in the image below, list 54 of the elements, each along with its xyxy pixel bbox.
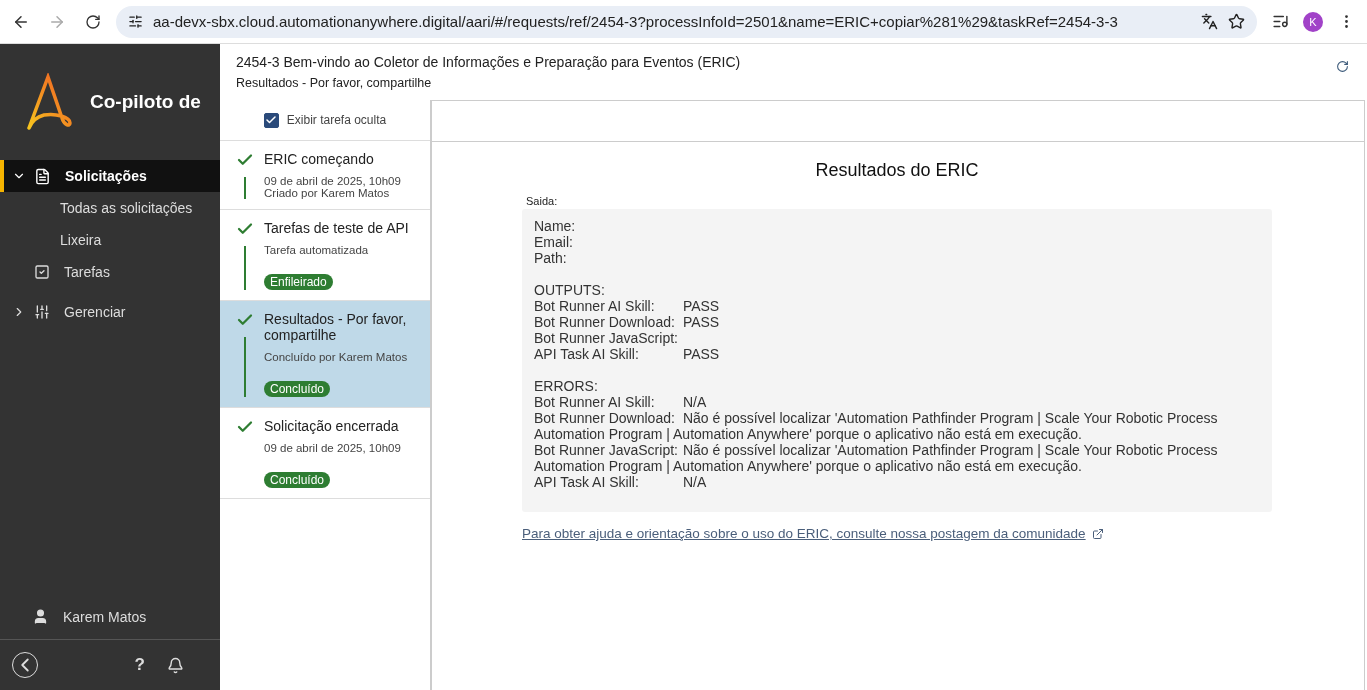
step-title: Tarefas de teste de API [264,220,410,236]
step-title: Resultados - Por favor, compartilhe [264,311,408,343]
bell-icon[interactable] [167,656,184,674]
sliders-icon [34,304,50,320]
output-line: Bot Runner JavaScript: Não é possível localizar 'Automation Pathfinder Program | Scale Your Robotic Process Automation Program | Automation Anywhere' porque o aplicativo não está em execução. [534,442,1219,474]
step-detail: Criado por Karem Matos [264,187,391,199]
checkbox-icon [34,264,50,280]
checkbox-label: Exibir tarefa oculta [286,113,387,127]
output-line: API Task AI Skill: N/A [534,474,707,490]
output-line: Email: [534,234,573,250]
profile-avatar[interactable]: K [1303,11,1323,32]
checkbox[interactable] [263,112,279,128]
step-detail: 09 de abril de 2025, 10h09 [264,175,402,187]
status-badge: Enfileirado [264,274,333,290]
output-label: Saida: [526,195,559,207]
logo-icon [26,73,72,131]
external-link-icon [1091,527,1104,540]
help-button[interactable]: ? [134,655,145,675]
nav-item[interactable]: Solicitações [0,160,220,192]
output-line: OUTPUTS: [534,282,605,298]
brand-name: Co-piloto de [90,91,201,113]
output-line: Bot Runner JavaScript: [534,330,678,346]
request-title: 2454-3 Bem-vindo ao Coletor de Informações e Preparação para Eventos (ERIC) [236,54,741,70]
help-link[interactable]: Para obter ajuda e orientação sobre o uso do ERIC, consulte nossa postagem da comunidade [522,526,1104,541]
user-icon [32,608,49,625]
output-line: Bot Runner AI Skill: PASS [534,298,720,314]
document-icon [34,167,51,185]
output-line: Bot Runner Download: Não é possível localizar 'Automation Pathfinder Program | Scale Your Robotic Process Automation Program | Automation Anywhere' porque o aplicativo não está em execução. [534,410,1219,442]
output-line: Bot Runner Download: PASS [534,314,720,330]
timeline-step[interactable]: Resultados - Por favor, compartilhe Concluído por Karem Matos Concluído [220,301,430,408]
status-badge: Concluído [264,381,331,397]
output-line: API Task AI Skill: PASS [534,346,720,362]
output-line: ERRORS: [534,378,598,394]
nav-subitem[interactable]: Todas as solicitações [0,192,220,224]
step-title: ERIC começando [264,151,375,167]
nav-subitem[interactable]: Lixeira [0,224,220,256]
status-badge: Concluído [264,472,331,488]
step-detail: Tarefa automatizada [264,244,370,256]
task-subtitle: Resultados - Por favor, compartilhe [236,76,433,90]
results-title: Resultados do ERIC [814,160,980,181]
nav-item[interactable]: Gerenciar [0,296,220,328]
step-detail: 09 de abril de 2025, 10h09 [264,442,402,454]
step-title: Solicitação encerrada [264,418,400,434]
refresh-icon[interactable] [1336,60,1349,73]
output-line: Name: [534,218,576,234]
site-settings-icon[interactable] [128,14,143,29]
translate-icon[interactable] [1201,13,1218,30]
user-name: Karem Matos [63,608,147,625]
bookmark-star-icon[interactable] [1228,13,1245,30]
output-line: Path: [534,250,567,266]
address-bar[interactable]: aa-devx-sbx.cloud.automationanywhere.digital/aari/#/requests/ref/2454-3?processInfoId=2501&name=ERIC+copiar%281%29&taskRef=2454-3-3 [116,5,1257,38]
output-line: Bot Runner AI Skill: N/A [534,394,707,410]
nav-item[interactable]: Tarefas [0,256,220,288]
step-detail: Concluído por Karem Matos [264,351,409,363]
